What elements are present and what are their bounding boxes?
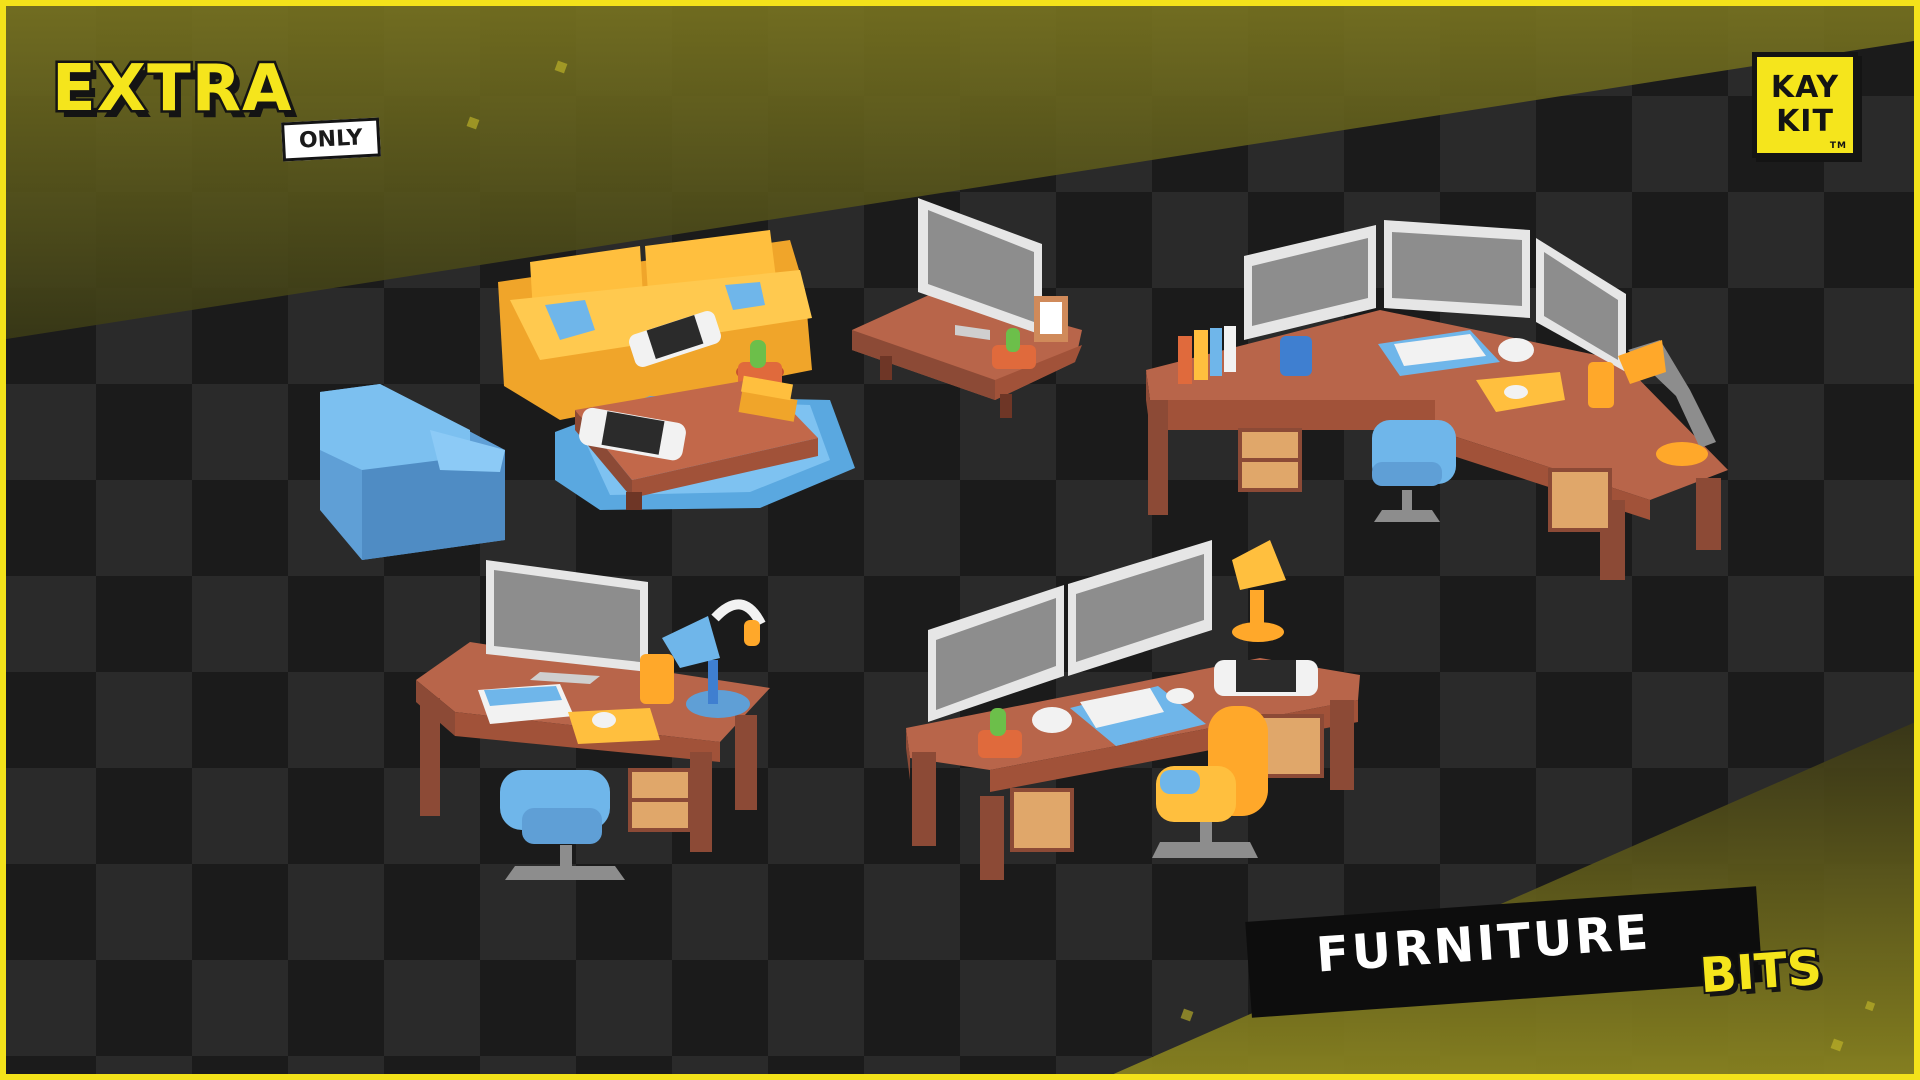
kaykit-logo-line2: KIT (1776, 104, 1834, 139)
trademark-mark: TM (1829, 141, 1847, 151)
kaykit-logo-line1: KAY (1770, 70, 1840, 105)
title-bits: BITS (1696, 938, 1825, 1006)
extra-only-badge: EXTRA ONLY (50, 50, 412, 182)
kaykit-logo: KAY KIT TM (1752, 52, 1858, 158)
only-label: ONLY (281, 117, 381, 162)
extra-label: EXTRA (50, 50, 295, 129)
promo-canvas: EXTRA ONLY KAY KIT TM FURNITURE BITS (0, 0, 1920, 1080)
